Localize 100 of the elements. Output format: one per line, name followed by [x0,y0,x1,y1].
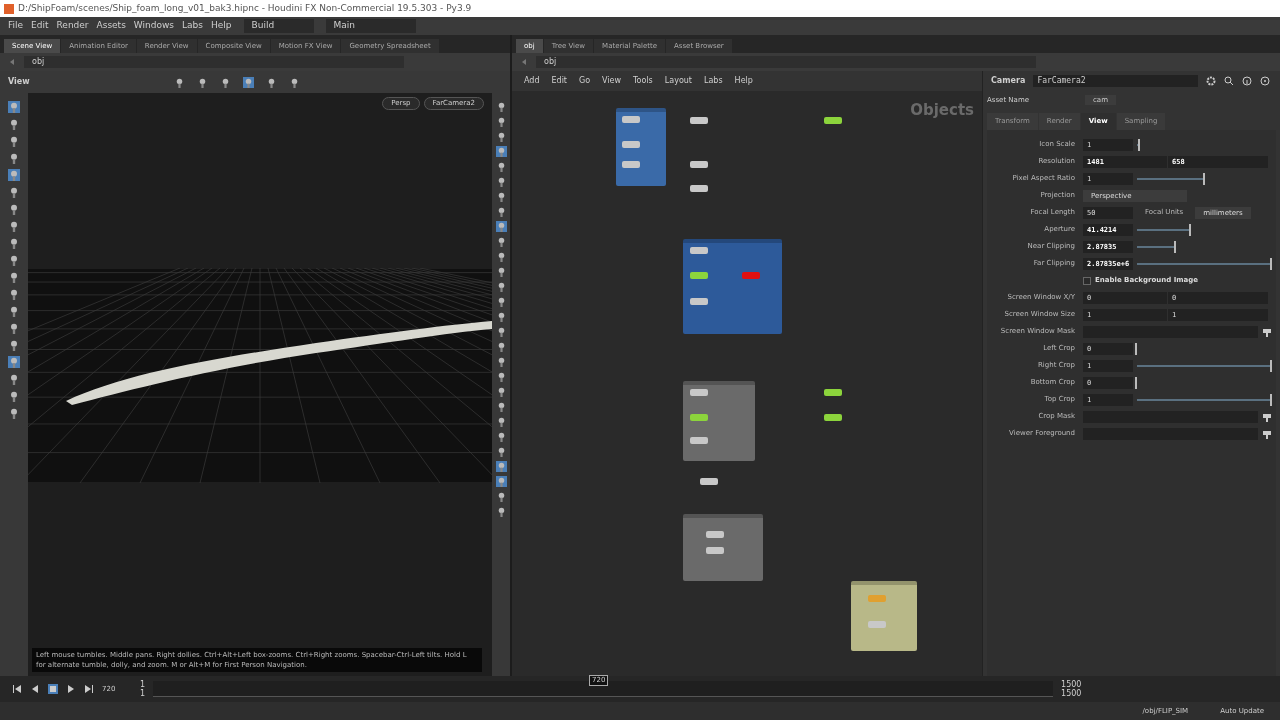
network-node[interactable] [690,414,708,421]
network-node[interactable] [690,185,708,192]
menu-item[interactable]: Windows [133,19,175,33]
tool-icon[interactable] [8,305,20,317]
network-node[interactable] [706,531,724,538]
menu-item[interactable]: Edit [551,75,567,87]
network-box[interactable] [683,514,763,581]
menu-item[interactable]: Labs [704,75,723,87]
range-end-frame[interactable]: 1500 [1061,689,1082,698]
slider-handle[interactable] [1270,359,1272,372]
menu-item[interactable]: Assets [96,19,126,33]
menu-item[interactable]: Labs [182,19,203,33]
network-box[interactable] [616,108,666,186]
network-node[interactable] [690,161,708,168]
network-node[interactable] [868,621,886,628]
search-icon[interactable] [1224,76,1235,86]
tool-icon[interactable] [8,186,20,198]
path-field[interactable]: obj [536,56,1036,68]
tool-icon[interactable] [197,76,208,88]
menu-item[interactable]: Tools [633,75,653,87]
menu-item[interactable]: Go [579,75,591,87]
tool-icon[interactable] [266,76,277,88]
tool-icon[interactable] [220,76,231,88]
network-node[interactable] [690,117,708,124]
viewport[interactable] [28,93,492,676]
menu-item[interactable]: Layout [664,75,692,87]
tool-icon[interactable] [495,221,507,232]
network-node[interactable] [690,247,708,254]
path-field[interactable]: obj [24,56,404,68]
tool-icon[interactable] [8,118,20,130]
slider-handle[interactable] [1202,172,1205,185]
file-chooser-icon[interactable] [1262,326,1272,337]
slider-handle[interactable] [1174,240,1177,253]
stop-icon[interactable] [48,684,58,694]
network-node[interactable] [622,141,640,148]
menu-item[interactable]: Add [524,75,540,87]
network-node[interactable] [706,547,724,554]
slider-handle[interactable] [1270,257,1272,270]
tool-icon[interactable] [8,237,20,249]
menu-item[interactable]: Edit [31,19,49,33]
network-node[interactable] [824,414,842,421]
tool-icon[interactable] [8,322,20,334]
range-start-frame[interactable]: 1 [140,689,146,698]
start-frame[interactable]: 1 [140,680,146,689]
tool-icon[interactable] [8,220,20,232]
desktop-menu[interactable]: Build [243,19,314,33]
tool-icon[interactable] [243,76,254,88]
network-node[interactable] [622,161,640,168]
network-box[interactable] [683,239,782,334]
tool-icon[interactable] [8,288,20,300]
network-node[interactable] [742,272,760,279]
end-frame[interactable]: 1500 [1061,680,1082,689]
network-node[interactable] [824,117,842,124]
checkbox[interactable] [1083,276,1091,285]
network-node[interactable] [622,116,640,123]
context-menu[interactable]: Main [325,19,416,33]
tool-icon[interactable] [174,76,185,88]
menu-item[interactable]: View [602,75,622,87]
back-icon[interactable] [520,58,528,66]
network-node[interactable] [690,272,708,279]
tool-icon[interactable] [8,271,20,283]
skip-start-icon[interactable] [12,684,22,694]
tool-icon[interactable] [8,152,20,164]
tool-icon[interactable] [495,146,507,157]
menu-item[interactable]: Help [210,19,232,33]
slider-track[interactable] [1137,359,1272,372]
slider-track[interactable] [1137,393,1272,406]
help-icon[interactable] [1260,76,1271,86]
skip-end-icon[interactable] [84,684,94,694]
play-icon[interactable] [66,684,76,694]
slider-track[interactable] [1137,257,1272,270]
menu-item[interactable]: Help [734,75,753,87]
play-reverse-icon[interactable] [30,684,40,694]
network-node[interactable] [868,595,886,602]
slider-handle[interactable] [1270,393,1272,406]
tool-icon[interactable] [8,339,20,351]
slider-handle[interactable] [1137,138,1140,151]
network-node[interactable] [690,298,708,305]
tool-icon[interactable] [495,461,507,472]
slider-handle[interactable] [1135,376,1137,389]
tool-icon[interactable] [8,135,20,147]
tool-icon[interactable] [8,373,20,385]
file-chooser-icon[interactable] [1262,411,1272,422]
node-name-field[interactable]: FarCamera2 [1033,75,1199,87]
network-node[interactable] [824,389,842,396]
network-box[interactable] [683,381,755,461]
tool-icon[interactable] [8,203,20,215]
tool-icon[interactable] [495,476,507,487]
network-node[interactable] [690,389,708,396]
network-node[interactable] [700,478,718,485]
menu-item[interactable]: File [8,19,24,33]
settings-icon[interactable] [1206,76,1217,86]
back-icon[interactable] [8,58,16,66]
menu-item[interactable]: Render [56,19,89,33]
tool-icon[interactable] [8,407,20,419]
network-node[interactable] [690,437,708,444]
tool-icon[interactable] [8,254,20,266]
tool-icon[interactable] [8,390,20,402]
info-icon[interactable] [1242,76,1253,86]
slider-handle[interactable] [1135,342,1137,355]
